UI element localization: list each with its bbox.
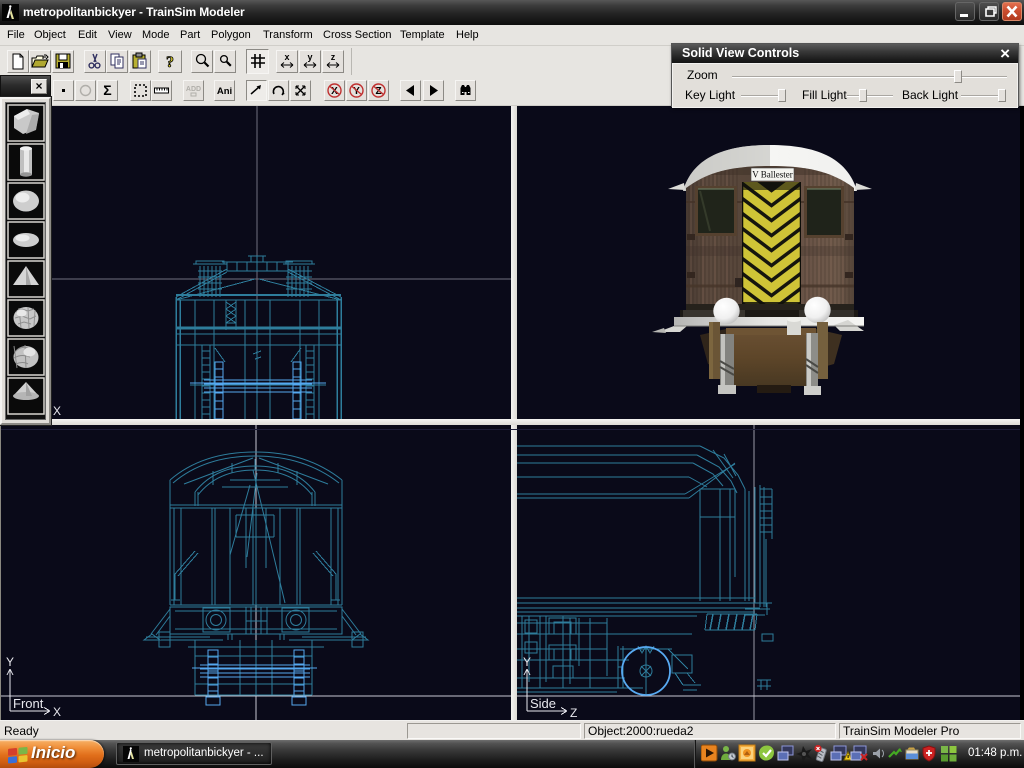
svg-text:Ani: Ani xyxy=(217,86,232,97)
svg-text:ADD: ADD xyxy=(186,86,201,93)
svg-text:Σ: Σ xyxy=(103,82,111,98)
svg-text:Z: Z xyxy=(570,706,577,720)
svg-text:Side: Side xyxy=(530,696,556,711)
svg-text:X: X xyxy=(53,705,61,719)
svg-text:?: ? xyxy=(166,54,174,71)
svg-text:x: x xyxy=(284,52,289,62)
svg-text:X: X xyxy=(53,404,61,418)
svg-text:z: z xyxy=(331,52,336,62)
svg-text:Y: Y xyxy=(523,655,531,669)
svg-text:Y: Y xyxy=(6,655,14,669)
svg-text:y: y xyxy=(307,52,312,62)
svg-text:Front: Front xyxy=(13,696,44,711)
svg-text:V Ballester: V Ballester xyxy=(752,170,793,180)
